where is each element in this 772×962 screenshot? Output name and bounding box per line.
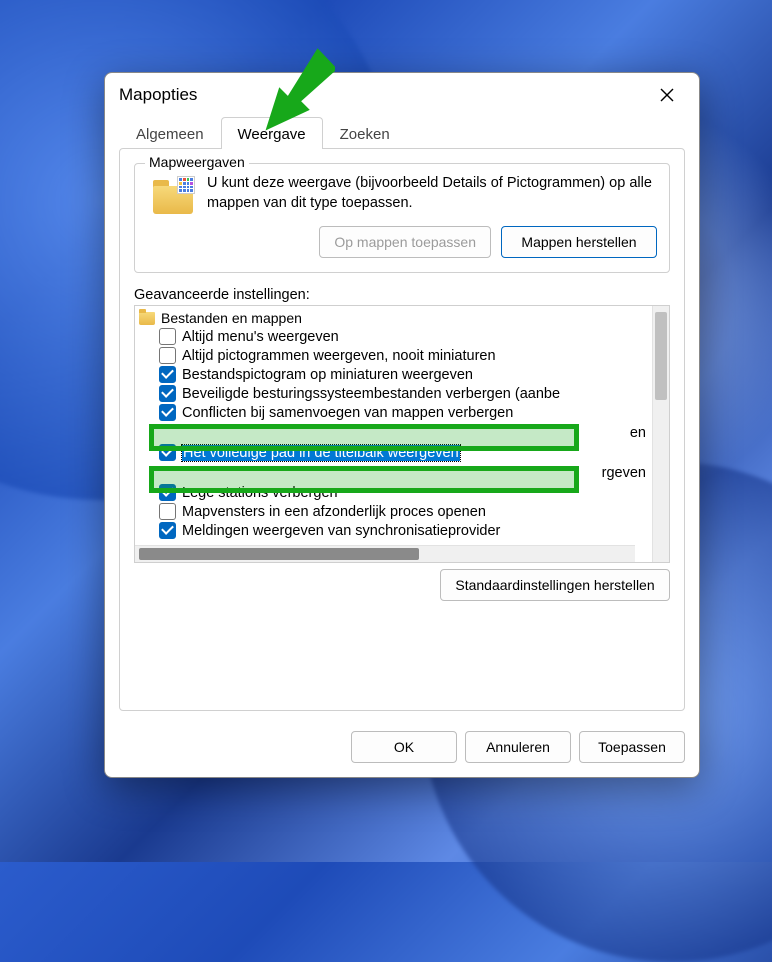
folder-options-dialog: Mapopties Algemeen Weergave Zoeken Mapwe… (104, 72, 700, 778)
reset-folders-button[interactable]: Mappen herstellen (501, 226, 657, 258)
folder-views-group: Mapweergaven U kunt deze weergave (bijvo… (134, 163, 670, 273)
dialog-action-row: OK Annuleren Toepassen (105, 721, 699, 777)
close-icon (660, 88, 674, 102)
tree-item-label-selected: Het volledige pad in de titelbalk weerge… (182, 445, 460, 461)
ok-button[interactable]: OK (351, 731, 457, 763)
folder-views-label: Mapweergaven (145, 154, 249, 170)
tree-item[interactable]: Altijd menu's weergeven (159, 327, 652, 346)
checkbox[interactable] (159, 522, 176, 539)
advanced-section: Geavanceerde instellingen: Bestanden en … (134, 287, 670, 601)
tab-search[interactable]: Zoeken (323, 117, 407, 149)
advanced-label: Geavanceerde instellingen: (134, 287, 670, 303)
tab-view[interactable]: Weergave (221, 117, 323, 149)
dialog-title: Mapopties (119, 85, 649, 105)
scroll-thumb[interactable] (655, 312, 667, 400)
checkbox[interactable] (159, 347, 176, 364)
checkbox[interactable] (159, 503, 176, 520)
tab-strip: Algemeen Weergave Zoeken (105, 117, 699, 149)
restore-defaults-button[interactable]: Standaardinstellingen herstellen (440, 569, 670, 601)
folder-icon (139, 312, 155, 325)
checkbox[interactable] (159, 444, 176, 461)
tree-item[interactable]: Conflicten bij samenvoegen van mappen ve… (159, 403, 652, 422)
dialog-titlebar[interactable]: Mapopties (105, 73, 699, 117)
close-button[interactable] (649, 77, 685, 113)
checkbox[interactable] (159, 404, 176, 421)
folder-views-description: U kunt deze weergave (bijvoorbeeld Detai… (207, 174, 657, 213)
tree-item[interactable]: Mapvensters in een afzonderlijk proces o… (159, 502, 652, 521)
tab-general[interactable]: Algemeen (119, 117, 221, 149)
tree-item[interactable]: Lege stations verbergen (159, 483, 652, 502)
checkbox[interactable] (159, 366, 176, 383)
tree-item-obscured[interactable]: rgeven (159, 462, 652, 483)
tab-panel-view: Mapweergaven U kunt deze weergave (bijvo… (119, 148, 685, 711)
tree-item[interactable]: Beveiligde besturingssysteembestanden ve… (159, 384, 652, 403)
tree-root-label: Bestanden en mappen (161, 310, 302, 326)
tree-item-highlighted[interactable]: Het volledige pad in de titelbalk weerge… (159, 443, 652, 462)
checkbox[interactable] (159, 328, 176, 345)
advanced-settings-tree[interactable]: Bestanden en mappen Altijd menu's weerge… (134, 305, 670, 563)
scroll-thumb[interactable] (139, 548, 419, 560)
horizontal-scrollbar[interactable] (135, 545, 635, 562)
tree-root: Bestanden en mappen (139, 309, 652, 327)
apply-to-folders-button: Op mappen toepassen (319, 226, 491, 258)
cancel-button[interactable]: Annuleren (465, 731, 571, 763)
tree-item[interactable]: Bestandspictogram op miniaturen weergeve… (159, 365, 652, 384)
tree-item-obscured[interactable]: en (159, 422, 652, 443)
tree-item[interactable]: Altijd pictogrammen weergeven, nooit min… (159, 346, 652, 365)
tree-item[interactable]: Meldingen weergeven van synchronisatiepr… (159, 521, 652, 540)
checkbox[interactable] (159, 385, 176, 402)
apply-button[interactable]: Toepassen (579, 731, 685, 763)
folder-icon (153, 178, 193, 214)
vertical-scrollbar[interactable] (652, 306, 669, 562)
checkbox[interactable] (159, 484, 176, 501)
